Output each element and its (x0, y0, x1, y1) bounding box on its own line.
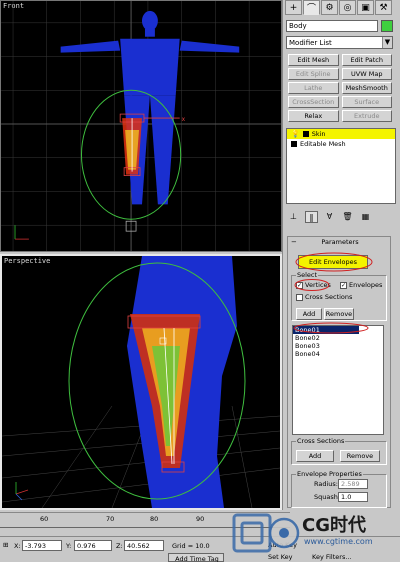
checkbox-label: Envelopes (349, 281, 383, 289)
group-label: Cross Sections (296, 437, 346, 445)
x-coordinate-field[interactable]: -3.793 (22, 540, 62, 551)
tick-label: 60 (40, 515, 49, 523)
stack-toolbar: ⊥ ‖ ∀ 🗑 ▦ (287, 210, 395, 224)
edit-mesh-button[interactable]: Edit Mesh (288, 54, 339, 66)
svg-text:x: x (182, 116, 186, 123)
x-label: X: (14, 542, 21, 550)
motion-tab-icon[interactable]: ◎ (339, 0, 356, 15)
command-panel-tabs: + ⌒ ⚙ ◎ ▣ ⚒ (285, 0, 399, 16)
radius-field[interactable]: 2.589 (338, 479, 368, 489)
select-group: Select ✓ Vertices ✓ Envelopes Cross Sect… (291, 272, 387, 321)
group-label: Envelope Properties (296, 470, 363, 478)
modifier-list-label: Modifier List (289, 39, 332, 47)
chevron-down-icon: ▼ (382, 37, 392, 48)
edit-patch-button[interactable]: Edit Patch (341, 54, 392, 66)
expand-icon[interactable] (302, 131, 309, 137)
checkbox-icon: ✓ (340, 281, 347, 289)
envelopes-checkbox[interactable]: ✓ Envelopes (340, 281, 382, 289)
make-unique-icon[interactable]: ∀ (323, 211, 336, 223)
cross-sections-group: Cross Sections Add Remove (291, 437, 387, 465)
annotation-ellipse (295, 252, 373, 272)
object-color-swatch[interactable] (381, 20, 393, 32)
meshsmooth-button[interactable]: MeshSmooth (341, 82, 392, 94)
squash-field[interactable]: 1.0 (338, 492, 368, 502)
y-label: Y: (66, 542, 72, 550)
extrude-button[interactable]: Extrude (341, 110, 392, 122)
relax-button[interactable]: Relax (288, 110, 339, 122)
modify-tab-icon[interactable]: ⌒ (303, 0, 320, 15)
modifier-buttons: Edit Mesh Edit Patch Edit Spline UVW Map… (288, 54, 392, 122)
z-coordinate-field[interactable]: 40.562 (124, 540, 164, 551)
cross-sections-checkbox[interactable]: Cross Sections (296, 293, 352, 301)
parameters-rollout: − Parameters Edit Envelopes Select ✓ Ver… (287, 236, 391, 508)
watermark-logo: CG时代 www.cgtime.com (232, 507, 400, 562)
stack-item-label: Editable Mesh (300, 140, 346, 148)
cross-section-remove-button[interactable]: Remove (340, 450, 380, 462)
create-tab-icon[interactable]: + (285, 0, 302, 15)
bone-list[interactable]: Bone01 Bone02 Bone03 Bone04 (292, 325, 384, 435)
remove-modifier-icon[interactable]: 🗑 (341, 211, 354, 223)
lightbulb-icon[interactable]: 💡 (291, 129, 300, 139)
stack-item-editable-mesh[interactable]: Editable Mesh (287, 139, 395, 149)
radius-label: Radius: (314, 480, 338, 488)
crosssection-button[interactable]: CrossSection (288, 96, 339, 108)
surface-button[interactable]: Surface (341, 96, 392, 108)
checkbox-label: Cross Sections (305, 293, 353, 301)
lathe-button[interactable]: Lathe (288, 82, 339, 94)
grid-size: Grid = 10.0 (172, 542, 210, 550)
y-coordinate-field[interactable]: 0.976 (74, 540, 112, 551)
viewport-perspective[interactable]: Perspective (0, 254, 282, 510)
list-item[interactable]: Bone04 (293, 350, 383, 358)
add-bone-button[interactable]: Add (296, 308, 322, 320)
watermark-brand: CG时代 (302, 515, 366, 536)
checkbox-icon (296, 293, 303, 301)
command-panel: + ⌒ ⚙ ◎ ▣ ⚒ Body Modifier List ▼ Edit Me… (282, 0, 400, 510)
list-item[interactable]: Bone03 (293, 342, 383, 350)
watermark-url: www.cgtime.com (304, 537, 373, 546)
z-label: Z: (116, 542, 123, 550)
stack-item-skin[interactable]: 💡 Skin (287, 129, 395, 139)
viewport-front[interactable]: Front x (0, 0, 282, 252)
edit-spline-button[interactable]: Edit Spline (288, 68, 339, 80)
configure-sets-icon[interactable]: ▦ (359, 211, 372, 223)
cross-section-add-button[interactable]: Add (296, 450, 334, 462)
expand-icon[interactable] (291, 141, 297, 147)
uvw-map-button[interactable]: UVW Map (341, 68, 392, 80)
remove-bone-button[interactable]: Remove (324, 308, 354, 320)
perspective-scene (2, 256, 280, 508)
list-item[interactable]: Bone02 (293, 334, 383, 342)
tick-label: 70 (106, 515, 115, 523)
envelope-properties-group: Envelope Properties Radius: 2.589 Squash… (291, 470, 387, 508)
object-name-field[interactable]: Body (286, 20, 378, 32)
add-time-tag-button[interactable]: Add Time Tag (168, 553, 224, 562)
modifier-list-dropdown[interactable]: Modifier List ▼ (286, 36, 393, 49)
pin-stack-icon[interactable]: ⊥ (287, 211, 300, 223)
annotation-ellipse (294, 279, 330, 291)
squash-label: Squash: (314, 493, 341, 501)
rollout-title[interactable]: Parameters (288, 238, 392, 246)
stack-item-label: Skin (311, 130, 326, 138)
show-end-result-icon[interactable]: ‖ (305, 211, 318, 223)
modifier-stack: 💡 Skin Editable Mesh (286, 128, 396, 204)
utilities-tab-icon[interactable]: ⚒ (375, 0, 392, 15)
lock-selection-icon[interactable]: ⊞ (3, 541, 8, 549)
hierarchy-tab-icon[interactable]: ⚙ (321, 0, 338, 15)
annotation-ellipse (293, 322, 369, 334)
display-tab-icon[interactable]: ▣ (357, 0, 374, 15)
front-scene: x (1, 1, 281, 251)
tick-label: 80 (150, 515, 159, 523)
tick-label: 90 (196, 515, 205, 523)
